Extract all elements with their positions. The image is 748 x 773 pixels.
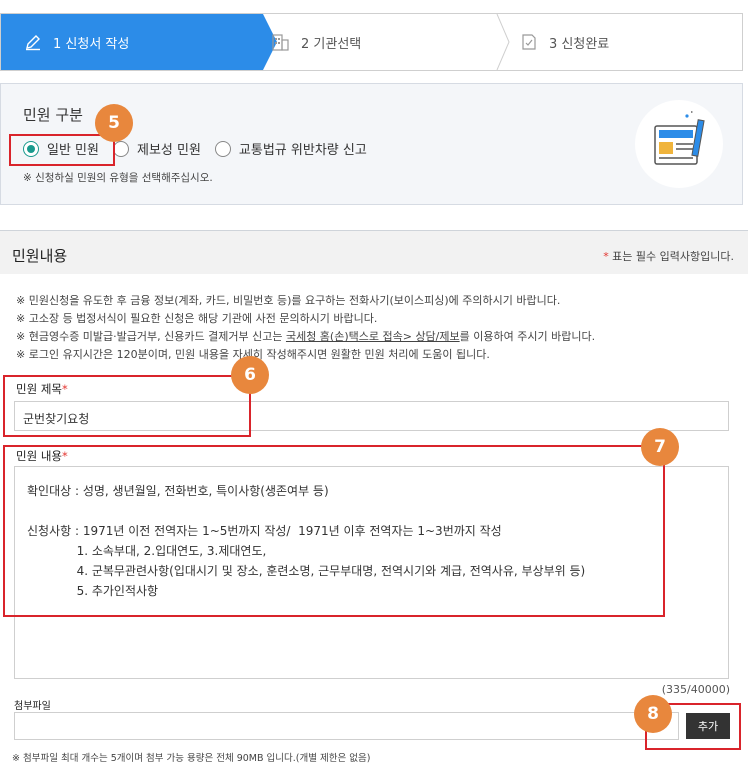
radio-report-complaint[interactable]: 제보성 민원 <box>112 139 201 158</box>
radio-label: 제보성 민원 <box>136 143 201 158</box>
step-3-complete: 3 신청완료 <box>519 14 739 70</box>
radio-label: 교통법규 위반차량 신고 <box>238 143 367 158</box>
required-star: * <box>61 382 68 396</box>
content-section-header: 민원내용 * 표는 필수 입력사항입니다. <box>0 230 748 274</box>
hometax-link[interactable]: 국세청 홈(손)택스로 접속> 상담/제보 <box>286 330 460 343</box>
required-text: 표는 필수 입력사항입니다. <box>608 250 734 263</box>
step-2-select-agency: 2 기관선택 <box>271 14 501 70</box>
radio-label: 일반 민원 <box>47 143 99 158</box>
radio-indicator[interactable] <box>214 140 231 157</box>
attachment-label: 첨부파일 <box>14 701 51 712</box>
required-field-note: * 표는 필수 입력사항입니다. <box>603 248 734 264</box>
textarea-line: 4. 군복무관련사항(입대시기 및 장소, 훈련소명, 근무부대명, 전역시기와… <box>27 564 586 578</box>
textarea-line: 5. 추가인적사항 <box>27 584 159 598</box>
pencil-icon <box>23 32 43 52</box>
radio-indicator[interactable] <box>112 140 129 157</box>
step-1-write-application: 1 신청서 작성 <box>1 14 263 70</box>
notice-item: ※ 현금영수증 미발급·발급거부, 신용카드 결제거부 신고는 국세청 홈(손)… <box>16 328 595 346</box>
category-note: ※ 신청하실 민원의 유형을 선택해주십시오. <box>23 172 213 184</box>
notice-item: ※ 민원신청을 유도한 후 금융 정보(계좌, 카드, 비밀번호 등)를 요구하… <box>16 294 561 307</box>
textarea-line: 신청사항 : 1971년 이전 전역자는 1~5번까지 작성/ 1971년 이후… <box>27 524 502 538</box>
complaint-category-panel: 민원 구분 일반 민원 제보성 민원 교통법규 위반차량 신고 ※ 신청하실 민… <box>0 83 743 205</box>
body-field-label: 민원 내용* <box>16 448 68 464</box>
attachment-file-field[interactable] <box>14 712 679 740</box>
body-label-text: 민원 내용 <box>16 449 62 463</box>
notice-list: ※ 민원신청을 유도한 후 금융 정보(계좌, 카드, 비밀번호 등)를 요구하… <box>16 292 595 364</box>
add-attachment-button[interactable]: 추가 <box>686 713 730 739</box>
radio-general-complaint[interactable]: 일반 민원 <box>23 139 99 158</box>
progress-stepper: 1 신청서 작성 2 기관선택 3 신청완료 <box>0 13 743 71</box>
notice-item: ※ 고소장 등 법정서식이 필요한 신청은 해당 기관에 사전 문의하시기 바랍… <box>16 312 378 325</box>
title-field-label: 민원 제목* <box>16 381 68 397</box>
category-radio-group: 일반 민원 제보성 민원 교통법규 위반차량 신고 <box>23 139 381 158</box>
complaint-body-textarea[interactable]: 확인대상 : 성명, 생년월일, 전화번호, 특이사항(생존여부 등) 신청사항… <box>14 466 729 679</box>
radio-selected-indicator[interactable] <box>23 140 39 157</box>
document-form-icon <box>635 100 723 188</box>
step-badge-6: 6 <box>231 356 269 394</box>
notice-item: ※ 로그인 유지시간은 120분이며, 민원 내용을 자세히 작성해주시면 원활… <box>16 348 490 361</box>
step-divider-chevron <box>496 14 510 70</box>
category-title: 민원 구분 <box>23 106 83 124</box>
notice-text: ※ 현금영수증 미발급·발급거부, 신용카드 결제거부 신고는 <box>16 330 286 343</box>
step-2-label: 2 기관선택 <box>301 36 362 52</box>
textarea-line <box>27 501 716 521</box>
radio-traffic-violation-report[interactable]: 교통법규 위반차량 신고 <box>214 139 367 158</box>
textarea-line: 확인대상 : 성명, 생년월일, 전화번호, 특이사항(생존여부 등) <box>27 484 329 498</box>
content-title: 민원내용 <box>12 247 68 265</box>
building-icon <box>271 32 291 52</box>
document-check-icon <box>519 32 539 52</box>
notice-text: 를 이용하여 주시기 바랍니다. <box>459 330 596 343</box>
title-label-text: 민원 제목 <box>16 382 62 396</box>
required-star: * <box>61 449 68 463</box>
character-counter: (335/40000) <box>661 683 730 696</box>
attachment-note: ※ 첨부파일 최대 개수는 5개이며 첨부 가능 용량은 전체 90MB 입니다… <box>12 753 371 764</box>
complaint-title-input[interactable]: 군번찾기요청 <box>14 401 729 431</box>
step-badge-7: 7 <box>641 428 679 466</box>
step-3-label: 3 신청완료 <box>549 36 610 52</box>
step-badge-8: 8 <box>634 695 672 733</box>
step-1-label: 1 신청서 작성 <box>53 36 130 52</box>
textarea-line: 1. 소속부대, 2.입대연도, 3.제대연도, <box>27 544 267 558</box>
step-badge-5: 5 <box>95 104 133 142</box>
